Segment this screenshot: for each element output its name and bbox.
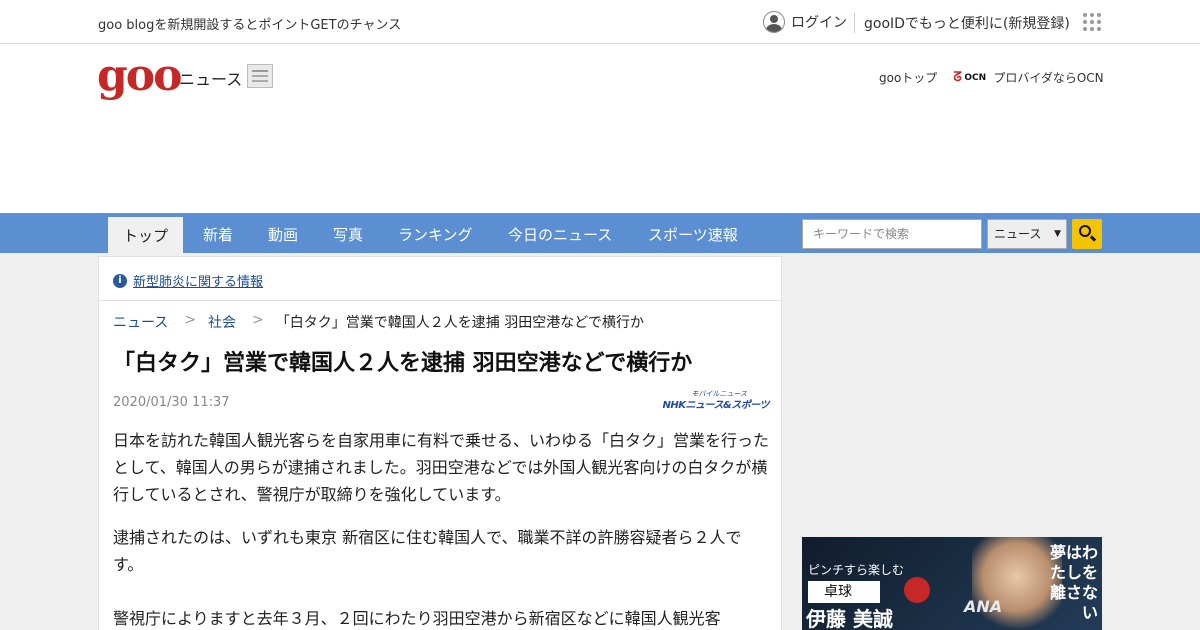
divider: [99, 300, 781, 301]
top-strip: goo blogを新規開設するとポイントGETのチャンス ログイン gooIDで…: [0, 0, 1200, 44]
ad-tagline: 夢はわたしを離さない: [1049, 543, 1098, 622]
tab-photo[interactable]: 写真: [333, 224, 363, 245]
tab-video[interactable]: 動画: [268, 224, 298, 245]
register-link[interactable]: gooIDでもっと便利に(新規登録): [864, 13, 1070, 33]
goo-top-link[interactable]: gooトップ: [879, 69, 937, 86]
tab-today[interactable]: 今日のニュース: [508, 224, 612, 245]
article-paragraph: 逮捕されたのは、いずれも東京 新宿区に住む韓国人で、職業不詳の許勝容疑者ら２人で…: [113, 528, 742, 574]
apps-grid-icon[interactable]: [1083, 13, 1101, 31]
breadcrumb-news[interactable]: ニュース: [113, 312, 168, 332]
breadcrumb: ニュース > 社会 > 「白タク」営業で韓国人２人を逮捕 羽田空港などで横行か: [113, 312, 644, 332]
newspaper-icon: [247, 64, 273, 88]
blog-promo-link[interactable]: goo blogを新規開設するとポイントGETのチャンス: [98, 14, 401, 33]
tab-sports[interactable]: スポーツ速報: [648, 224, 738, 245]
ocn-logo-icon: ᘔ OCN: [953, 69, 987, 85]
ad-sport: 卓球: [808, 581, 880, 603]
dropdown-arrow-icon: ▼: [1054, 229, 1061, 239]
article-title: 「白タク」営業で韓国人２人を逮捕 羽田空港などで横行か: [113, 351, 693, 376]
article-container: i 新型肺炎に関する情報 ニュース > 社会 > 「白タク」営業で韓国人２人を逮…: [98, 256, 782, 630]
goo-logo[interactable]: goo: [97, 54, 182, 98]
divider: [854, 13, 855, 33]
ad-banner[interactable]: ANA ピンチすら楽しむ 卓球 伊藤 美誠 夢はわたしを離さない: [802, 537, 1102, 630]
search-category-select[interactable]: ニュース ▼: [987, 219, 1067, 249]
search-button[interactable]: [1072, 219, 1102, 249]
header-links: gooトップ ᘔ OCN プロバイダならOCN: [879, 69, 1104, 86]
section-title: ニュース: [179, 70, 243, 89]
source-name: NHKニュース&スポーツ: [662, 400, 769, 411]
source-logo[interactable]: モバイルニュース NHKニュース&スポーツ: [662, 389, 773, 411]
ad-name: 伊藤 美誠: [806, 607, 893, 630]
breadcrumb-separator: >: [184, 312, 197, 328]
article-date: 2020/01/30 11:37: [113, 395, 230, 410]
tab-new[interactable]: 新着: [203, 224, 233, 245]
breadcrumb-separator: >: [252, 312, 264, 328]
search-icon: [1079, 225, 1091, 237]
ocn-link[interactable]: プロバイダならOCN: [993, 69, 1103, 86]
ad-brand: ANA: [964, 597, 1003, 616]
article-paragraph: 日本を訪れた韓国人観光客らを自家用車に有料で乗せる、いわゆる「白タク」営業を行っ…: [113, 431, 770, 504]
tab-ranking[interactable]: ランキング: [398, 224, 473, 245]
page-body: i 新型肺炎に関する情報 ニュース > 社会 > 「白タク」営業で韓国人２人を逮…: [0, 253, 1200, 630]
ad-line1: ピンチすら楽しむ: [808, 563, 905, 577]
article-paragraph: 警視庁によりますと去年３月、２回にわたり羽田空港から新宿区などに韓国人観光客: [113, 609, 721, 628]
ocn-logo-text: OCN: [964, 72, 987, 83]
breadcrumb-current: 「白タク」営業で韓国人２人を逮捕 羽田空港などで横行か: [275, 315, 644, 331]
login-label: ログイン: [791, 15, 847, 31]
user-icon: [763, 11, 785, 33]
search-input[interactable]: [802, 219, 982, 249]
info-icon: i: [113, 273, 127, 288]
covid-notice-label: 新型肺炎に関する情報: [133, 275, 264, 290]
search-category-value: ニュース: [994, 227, 1042, 241]
breadcrumb-society[interactable]: 社会: [208, 312, 236, 332]
login-link[interactable]: ログイン: [763, 11, 847, 33]
main-nav: トップ 新着 動画 写真 ランキング 今日のニュース スポーツ速報 ニュース ▼: [0, 213, 1200, 253]
covid-notice-link[interactable]: i 新型肺炎に関する情報: [113, 271, 263, 290]
paddle-image: [904, 577, 930, 603]
tab-top[interactable]: トップ: [108, 217, 184, 253]
